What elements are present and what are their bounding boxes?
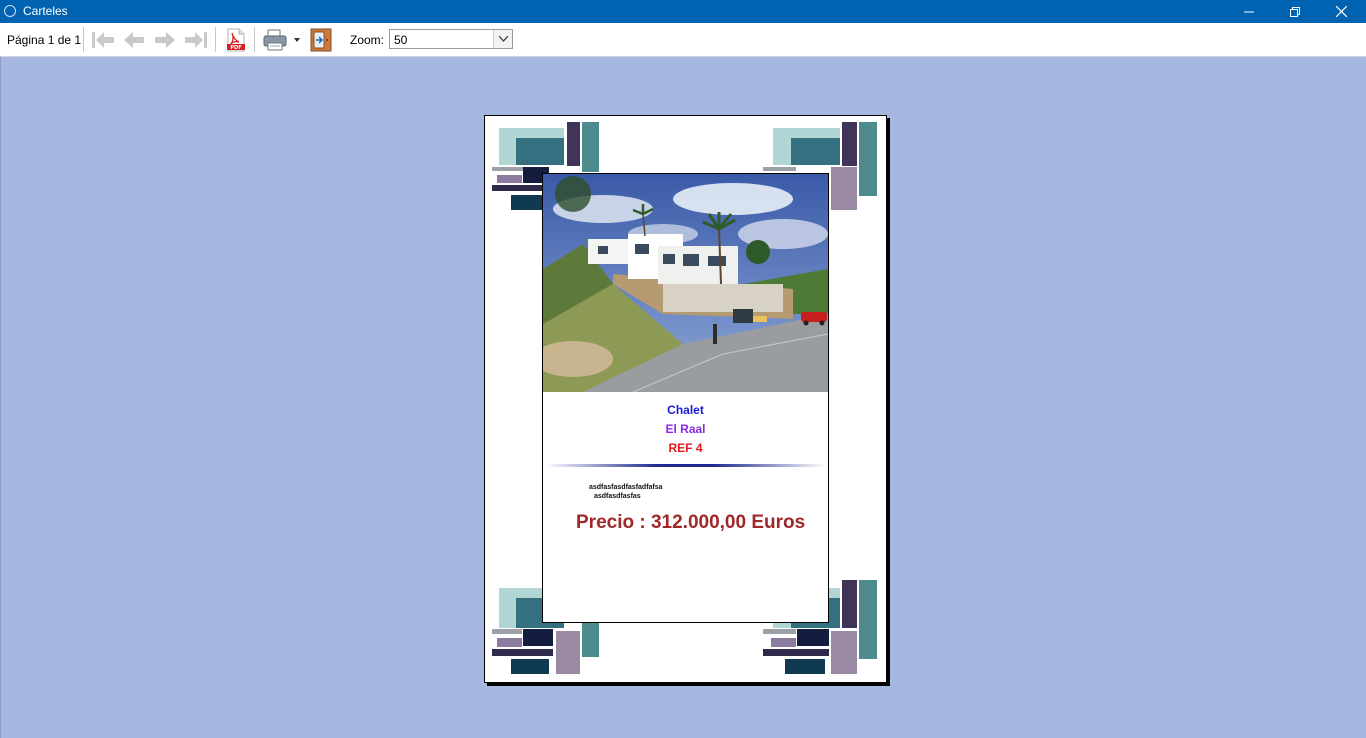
close-button[interactable] bbox=[1318, 0, 1364, 23]
last-page-button[interactable] bbox=[183, 28, 209, 52]
first-page-button[interactable] bbox=[90, 28, 116, 52]
page-indicator: Página 1 de 1 bbox=[7, 33, 82, 47]
arrow-left-icon bbox=[124, 32, 144, 48]
chevron-down-icon[interactable] bbox=[493, 30, 512, 48]
minimize-icon bbox=[1244, 11, 1254, 12]
toolbar-separator bbox=[83, 27, 84, 52]
toolbar-separator bbox=[254, 27, 255, 52]
report-page: Chalet El Raal REF 4 asdfasfasdfasfadfaf… bbox=[484, 115, 887, 683]
poster-panel: Chalet El Raal REF 4 asdfasfasdfasfadfaf… bbox=[542, 173, 829, 623]
property-photo bbox=[543, 174, 828, 392]
zoom-value: 50 bbox=[394, 33, 408, 47]
property-price: Precio : 312.000,00 Euros bbox=[576, 512, 806, 533]
export-pdf-button[interactable]: PDF bbox=[223, 28, 249, 52]
close-icon bbox=[1335, 6, 1347, 17]
exit-door-icon bbox=[310, 28, 332, 52]
arrow-right-icon bbox=[155, 32, 175, 48]
printer-icon bbox=[263, 29, 300, 51]
title-bar: Carteles bbox=[0, 0, 1366, 23]
window-title: Carteles bbox=[23, 4, 68, 18]
first-page-icon bbox=[92, 32, 114, 48]
last-page-icon bbox=[185, 32, 207, 48]
previous-page-button[interactable] bbox=[121, 28, 147, 52]
property-location: El Raal bbox=[665, 422, 706, 436]
exit-button[interactable] bbox=[308, 28, 334, 52]
restore-icon bbox=[1290, 6, 1300, 17]
restore-button[interactable] bbox=[1272, 0, 1318, 23]
next-page-button[interactable] bbox=[152, 28, 178, 52]
toolbar-separator bbox=[215, 27, 216, 52]
description-line-2: asdfasdfasfas bbox=[594, 493, 641, 500]
zoom-select[interactable]: 50 bbox=[389, 29, 513, 49]
pdf-icon: PDF bbox=[227, 28, 245, 52]
minimize-button[interactable] bbox=[1226, 0, 1272, 23]
report-viewer[interactable]: Chalet El Raal REF 4 asdfasfasdfasfadfaf… bbox=[0, 57, 1366, 738]
property-type: Chalet bbox=[667, 403, 704, 417]
toolbar: Página 1 de 1 PDF Zoom: 50 bbox=[0, 23, 1366, 57]
print-button[interactable] bbox=[262, 28, 302, 52]
property-reference: REF 4 bbox=[668, 441, 703, 455]
zoom-label: Zoom: bbox=[350, 33, 385, 47]
app-icon bbox=[4, 5, 16, 17]
svg-text:PDF: PDF bbox=[230, 45, 241, 51]
description-line-1: asdfasfasdfasfadfafsa bbox=[589, 484, 663, 491]
divider-line bbox=[545, 464, 826, 467]
